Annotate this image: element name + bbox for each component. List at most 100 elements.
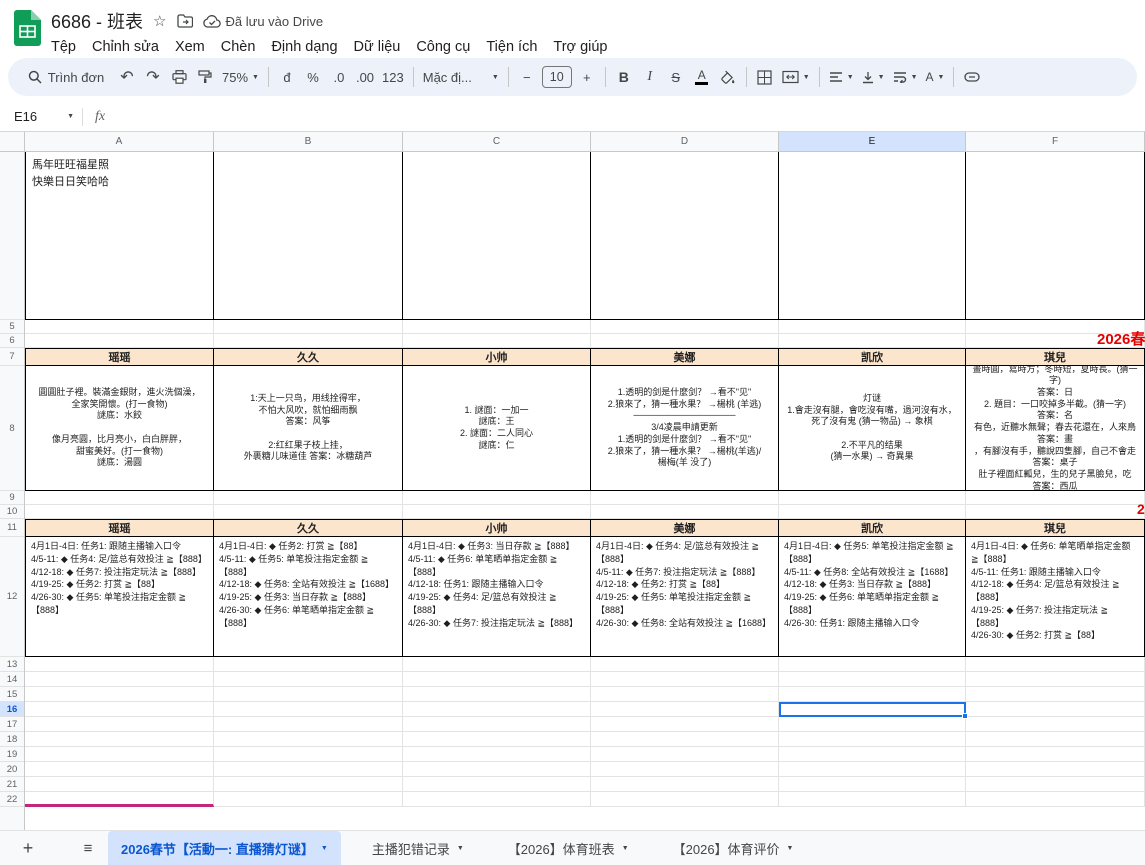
empty-cell[interactable] [25, 687, 214, 702]
selected-cell-E16[interactable] [779, 702, 966, 717]
empty-cell[interactable] [214, 717, 403, 732]
empty-cell[interactable] [25, 505, 214, 519]
decrease-decimal-button[interactable]: .0 [326, 64, 352, 90]
empty-cell[interactable] [403, 491, 591, 505]
name-header-cell[interactable]: 美娜 [591, 519, 779, 537]
empty-cell[interactable] [214, 334, 403, 348]
row-header-21[interactable]: 21 [0, 777, 24, 792]
borders-button[interactable] [752, 64, 778, 90]
more-formats-button[interactable]: 123 [378, 64, 408, 90]
sheets-logo-icon[interactable] [14, 10, 41, 46]
task-cell[interactable]: 4月1日-4日: ◆ 任务4: 足/篮总有效投注 ≧【888】 4/5-11: … [591, 537, 779, 657]
empty-cell[interactable] [403, 762, 591, 777]
font-size-input[interactable]: 10 [542, 66, 572, 88]
empty-cell[interactable] [403, 672, 591, 687]
menu-insert[interactable]: Chèn [213, 37, 264, 57]
riddle-cell[interactable]: 圓圓肚子裡。裝滿金銀財，進火洗個澡， 全家笑開懷。(打一食物) 謎底：水餃 像月… [25, 366, 214, 491]
empty-cell[interactable] [966, 657, 1145, 672]
empty-cell[interactable] [403, 777, 591, 792]
empty-cell[interactable] [403, 657, 591, 672]
name-header-cell[interactable]: 琪兒 [966, 519, 1145, 537]
empty-cell[interactable] [591, 491, 779, 505]
star-icon[interactable]: ☆ [153, 12, 166, 30]
empty-cell[interactable] [403, 747, 591, 762]
empty-cell[interactable] [779, 505, 966, 519]
cell-greeting[interactable]: 馬年旺旺福星照 快樂日日笑哈哈 [25, 152, 214, 320]
empty-cell[interactable] [966, 732, 1145, 747]
fill-color-button[interactable] [715, 64, 741, 90]
task-cell[interactable]: 4月1日-4日: ◆ 任务5: 单笔投注指定金额 ≧【888】 4/5-11: … [779, 537, 966, 657]
select-all-corner[interactable] [0, 132, 25, 151]
empty-cell[interactable] [214, 491, 403, 505]
italic-button[interactable]: I [637, 64, 663, 90]
empty-cell[interactable] [25, 334, 214, 348]
empty-cell[interactable] [966, 152, 1145, 320]
add-sheet-button[interactable]: + [14, 834, 42, 862]
empty-cell[interactable] [591, 657, 779, 672]
row-header-12[interactable]: 12 [0, 537, 24, 657]
empty-cell[interactable] [403, 702, 591, 717]
column-header-C[interactable]: C [403, 132, 591, 151]
row-header-15[interactable]: 15 [0, 687, 24, 702]
sheet-tab-3[interactable]: 【2026】体育评价 ▼ [660, 831, 807, 865]
row-header-10[interactable]: 10 [0, 505, 24, 519]
empty-cell[interactable] [214, 320, 403, 334]
empty-cell[interactable] [779, 152, 966, 320]
empty-cell[interactable] [779, 762, 966, 777]
row-header-22[interactable]: 22 [0, 792, 24, 807]
riddle-cell[interactable]: 1.透明的剑是什麼剑？ →看不"见" 2.狼來了，猜一種水果？ →楊桃 (羊逃)… [591, 366, 779, 491]
task-cell[interactable]: 4月1日-4日: 任务1: 跟随主播输入口令 4/5-11: ◆ 任务4: 足/… [25, 537, 214, 657]
paint-format-button[interactable] [192, 64, 218, 90]
name-header-cell[interactable]: 小帅 [403, 348, 591, 366]
menu-format[interactable]: Định dạng [263, 37, 345, 57]
empty-cell[interactable] [25, 491, 214, 505]
name-box[interactable]: E16 ▼ [0, 109, 82, 124]
empty-cell[interactable] [591, 687, 779, 702]
empty-cell[interactable] [591, 732, 779, 747]
empty-cell[interactable] [779, 732, 966, 747]
name-header-cell[interactable]: 瑶瑶 [25, 519, 214, 537]
empty-cell[interactable] [214, 732, 403, 747]
empty-cell[interactable] [966, 505, 1145, 519]
row-header-7[interactable]: 7 [0, 348, 24, 366]
empty-cell[interactable] [591, 152, 779, 320]
empty-cell[interactable] [403, 505, 591, 519]
empty-cell[interactable] [214, 687, 403, 702]
name-header-cell[interactable]: 久久 [214, 519, 403, 537]
menu-edit[interactable]: Chỉnh sửa [84, 37, 167, 57]
empty-cell[interactable] [25, 777, 214, 792]
insert-link-button[interactable] [959, 64, 985, 90]
percent-format-button[interactable]: % [300, 64, 326, 90]
column-header-A[interactable]: A [25, 132, 214, 151]
name-header-cell[interactable]: 凯欣 [779, 348, 966, 366]
name-header-cell[interactable]: 瑶瑶 [25, 348, 214, 366]
empty-cell[interactable] [779, 320, 966, 334]
menu-help[interactable]: Trợ giúp [545, 37, 615, 57]
task-cell[interactable]: 4月1日-4日: ◆ 任务3: 当日存款 ≧【888】 4/5-11: ◆ 任务… [403, 537, 591, 657]
empty-cell[interactable] [403, 152, 591, 320]
empty-cell[interactable] [25, 672, 214, 687]
empty-cell[interactable] [591, 702, 779, 717]
name-header-cell[interactable]: 美娜 [591, 348, 779, 366]
row-header-14[interactable]: 14 [0, 672, 24, 687]
row-header-18[interactable]: 18 [0, 732, 24, 747]
empty-cell[interactable] [214, 777, 403, 792]
empty-cell[interactable] [25, 747, 214, 762]
row-header-6[interactable]: 6 [0, 334, 24, 348]
currency-format-button[interactable]: đ [274, 64, 300, 90]
riddle-cell[interactable]: 1:天上一只鸟，用线拴得牢， 不怕大风吹，就怕细雨飘 答案：风筝 2:红红果子枝… [214, 366, 403, 491]
undo-button[interactable]: ↶ [114, 64, 140, 90]
zoom-select[interactable]: 75% ▼ [218, 64, 263, 90]
saved-status[interactable]: Đã lưu vào Drive [203, 14, 324, 29]
sheet-tab-1[interactable]: 主播犯错记录 ▼ [359, 831, 477, 865]
increase-font-size-button[interactable]: + [574, 64, 600, 90]
text-wrap-button[interactable]: ▼ [889, 64, 922, 90]
name-header-cell[interactable]: 凯欣 [779, 519, 966, 537]
formula-input[interactable] [105, 102, 1145, 131]
decrease-font-size-button[interactable]: − [514, 64, 540, 90]
menu-file[interactable]: Tệp [43, 37, 84, 57]
fill-handle[interactable] [962, 713, 968, 719]
empty-cell[interactable] [403, 732, 591, 747]
empty-cell[interactable] [403, 717, 591, 732]
column-header-B[interactable]: B [214, 132, 403, 151]
